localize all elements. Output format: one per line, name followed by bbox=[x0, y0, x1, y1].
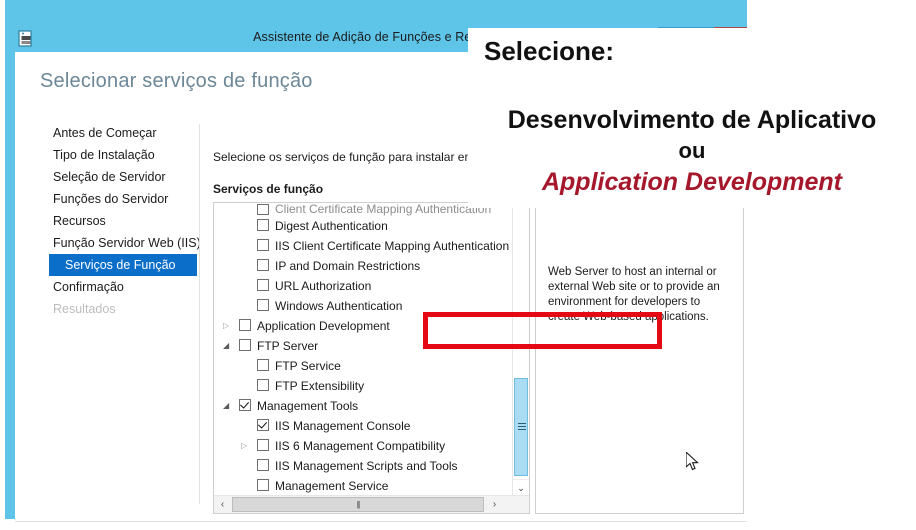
chevron-down-icon[interactable]: ◢ bbox=[223, 341, 233, 351]
checkbox-checked[interactable] bbox=[257, 419, 269, 431]
checkbox-unchecked[interactable] bbox=[257, 379, 269, 391]
role-services-listbox[interactable]: Client Certificate Mapping Authenticatio… bbox=[213, 202, 530, 514]
sidebar-item-confirmacao[interactable]: Confirmação bbox=[15, 276, 197, 298]
list-item-label: FTP Extensibility bbox=[275, 379, 365, 393]
annotation-line-selecione: Selecione: bbox=[484, 36, 615, 66]
sidebar-item-recursos[interactable]: Recursos bbox=[15, 210, 197, 232]
list-item-label: FTP Service bbox=[275, 359, 341, 373]
list-item[interactable]: URL Authorization bbox=[214, 276, 512, 296]
scroll-right-button[interactable]: › bbox=[486, 496, 503, 513]
screenshot-root: LINGUAGEM CONFIGURAR INSTALAR Assistente… bbox=[0, 0, 916, 530]
list-item-label: IIS Management Console bbox=[275, 419, 411, 433]
list-item-label: IIS Client Certificate Mapping Authentic… bbox=[275, 239, 510, 253]
list-item-iis6-management-compatibility[interactable]: ▷ IIS 6 Management Compatibility bbox=[214, 436, 512, 456]
checkbox-unchecked[interactable] bbox=[257, 439, 269, 451]
sidebar-item-resultados: Resultados bbox=[53, 302, 116, 316]
horizontal-scrollbar[interactable]: ‹ ||| › bbox=[214, 495, 529, 513]
list-item-application-development[interactable]: ▷ Application Development bbox=[214, 316, 512, 336]
chevron-right-icon[interactable]: ▷ bbox=[223, 321, 233, 331]
list-item[interactable]: FTP Service bbox=[214, 356, 512, 376]
horizontal-scroll-thumb[interactable]: ||| bbox=[232, 497, 484, 512]
sidebar-item-funcoes-do-servidor[interactable]: Funções do Servidor bbox=[15, 188, 197, 210]
list-item[interactable]: IP and Domain Restrictions bbox=[214, 256, 512, 276]
list-item[interactable]: Digest Authentication bbox=[214, 216, 512, 236]
list-item[interactable]: IIS Management Scripts and Tools bbox=[214, 456, 512, 476]
scroll-left-button[interactable]: ‹ bbox=[214, 496, 231, 513]
sidebar-item-servicos-de-funcao[interactable]: Serviços de Função bbox=[49, 254, 197, 276]
footer-divider bbox=[15, 521, 747, 522]
mouse-cursor-icon bbox=[685, 450, 700, 477]
list-item[interactable]: FTP Extensibility bbox=[214, 376, 512, 396]
list-item-label: Client Certificate Mapping Authenticatio… bbox=[275, 203, 492, 216]
list-item-label: Windows Authentication bbox=[275, 299, 403, 313]
vertical-scrollbar[interactable]: ⌄ bbox=[512, 203, 529, 497]
description-panel: Web Server to host an internal or extern… bbox=[535, 202, 744, 514]
sidebar-item-selecao-de-servidor[interactable]: Seleção de Servidor bbox=[15, 166, 197, 188]
annotation-line-application-development: Application Development bbox=[541, 168, 843, 196]
role-services-list: Client Certificate Mapping Authenticatio… bbox=[214, 203, 512, 495]
checkbox-unchecked[interactable] bbox=[257, 204, 269, 215]
annotation-line-desenvolvimento: Desenvolvimento de Aplicativo bbox=[507, 106, 877, 134]
list-item[interactable]: IIS Client Certificate Mapping Authentic… bbox=[214, 236, 512, 256]
checkbox-unchecked[interactable] bbox=[257, 359, 269, 371]
checkbox-checked[interactable] bbox=[239, 399, 251, 411]
checkbox-unchecked[interactable] bbox=[257, 219, 269, 231]
scroll-grip-icon: ||| bbox=[356, 500, 360, 509]
list-item-iis-management-console[interactable]: IIS Management Console bbox=[214, 416, 512, 436]
checkbox-unchecked[interactable] bbox=[239, 319, 251, 331]
sidebar-divider bbox=[199, 124, 200, 504]
list-item-label: IP and Domain Restrictions bbox=[275, 259, 421, 273]
checkbox-unchecked[interactable] bbox=[239, 339, 251, 351]
chevron-right-icon[interactable]: ▷ bbox=[241, 441, 251, 451]
scroll-grip-icon bbox=[518, 423, 526, 430]
annotation-line-ou: ou bbox=[678, 138, 706, 163]
list-item-ftp-server[interactable]: ◢ FTP Server bbox=[214, 336, 512, 356]
list-item-label: FTP Server bbox=[257, 339, 319, 353]
vertical-scroll-thumb[interactable] bbox=[514, 378, 528, 476]
wizard-steps-sidebar: Antes de Começar Tipo de Instalação Sele… bbox=[15, 122, 201, 507]
checkbox-unchecked[interactable] bbox=[257, 479, 269, 491]
instruction-text: Selecione os serviços de função para ins… bbox=[213, 150, 503, 164]
sidebar-item-antes-de-comecar[interactable]: Antes de Começar bbox=[15, 122, 197, 144]
list-item-label: Management Tools bbox=[257, 399, 359, 413]
description-text: Web Server to host an internal or extern… bbox=[548, 266, 720, 323]
list-item-label: Digest Authentication bbox=[275, 219, 388, 233]
list-item-label: Management Service bbox=[275, 479, 389, 493]
annotation-overlay: Selecione: Desenvolvimento de Aplicativo… bbox=[468, 28, 916, 208]
sidebar-item-tipo-de-instalacao[interactable]: Tipo de Instalação bbox=[15, 144, 197, 166]
list-item[interactable]: Windows Authentication bbox=[214, 296, 512, 316]
chevron-down-icon[interactable]: ◢ bbox=[223, 401, 233, 411]
list-item-label: Application Development bbox=[257, 319, 390, 333]
checkbox-unchecked[interactable] bbox=[257, 299, 269, 311]
list-item-label: IIS Management Scripts and Tools bbox=[275, 459, 458, 473]
list-item[interactable]: Management Service bbox=[214, 476, 512, 495]
checkbox-unchecked[interactable] bbox=[257, 279, 269, 291]
list-item-management-tools[interactable]: ◢ Management Tools bbox=[214, 396, 512, 416]
checkbox-unchecked[interactable] bbox=[257, 259, 269, 271]
list-item-label: URL Authorization bbox=[275, 279, 372, 293]
sidebar-item-funcao-servidor-web-iis[interactable]: Função Servidor Web (IIS) bbox=[15, 232, 201, 254]
list-item-label: IIS 6 Management Compatibility bbox=[275, 439, 446, 453]
checkbox-unchecked[interactable] bbox=[257, 239, 269, 251]
checkbox-unchecked[interactable] bbox=[257, 459, 269, 471]
role-services-heading: Serviços de função bbox=[213, 182, 324, 196]
